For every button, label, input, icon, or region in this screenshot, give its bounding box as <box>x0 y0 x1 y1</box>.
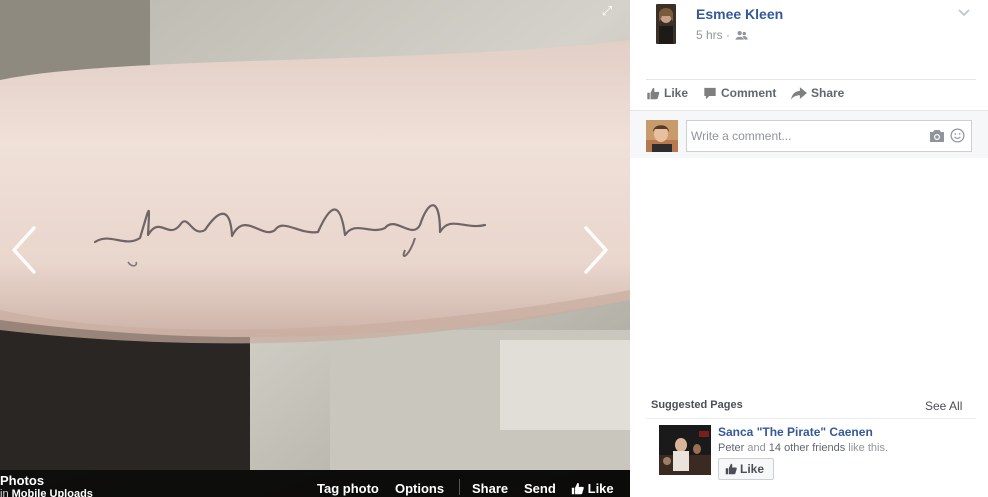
photo-image <box>0 0 630 470</box>
tag-photo-button[interactable]: Tag photo <box>317 481 379 496</box>
friends-icon[interactable] <box>735 30 748 40</box>
post-divider <box>646 79 976 80</box>
thumbs-up-icon <box>647 87 660 100</box>
thumbs-up-icon <box>725 463 737 475</box>
suggested-page-like-button[interactable]: Like <box>718 458 774 480</box>
album-link[interactable]: Mobile Uploads <box>12 488 93 497</box>
friends-count-link[interactable]: 14 other friends <box>769 442 845 454</box>
share-icon <box>791 87 807 100</box>
suggested-pages-header: Suggested Pages <box>651 399 743 411</box>
friends-middle-text: and <box>747 442 766 454</box>
author-avatar[interactable] <box>656 4 676 44</box>
post-time[interactable]: 5 hrs · <box>696 28 730 42</box>
chevron-left-icon <box>12 226 36 274</box>
photo-footer: Photos in Mobile Uploads Tag photo Optio… <box>0 470 630 497</box>
expand-icon[interactable]: ⤢ <box>598 2 616 20</box>
share-button[interactable]: Share <box>472 481 508 496</box>
suggested-divider <box>646 418 976 419</box>
friends-suffix-text: like this. <box>848 442 889 454</box>
previous-photo-arrow[interactable] <box>4 222 44 278</box>
options-button[interactable]: Options <box>395 481 444 496</box>
share-action[interactable]: Share <box>791 86 844 100</box>
see-all-link[interactable]: See All <box>925 399 962 413</box>
suggested-page-thumbnail[interactable] <box>659 425 711 475</box>
comment-icon <box>704 87 716 100</box>
author-name[interactable]: Esmee Kleen <box>696 6 783 22</box>
like-button[interactable]: Like <box>571 481 614 496</box>
thumbs-up-icon <box>571 482 584 495</box>
like-label: Like <box>587 481 614 496</box>
photo-stage: ⤢ Photos in Mobile Uploads Tag photo Opt… <box>0 0 630 497</box>
post-panel: Esmee Kleen 5 hrs · Like Comment Share W… <box>630 0 988 497</box>
album-prefix: in <box>0 488 9 497</box>
friend-name-link[interactable]: Peter <box>718 442 744 454</box>
send-button[interactable]: Send <box>524 481 556 496</box>
like-action-label: Like <box>664 86 689 100</box>
camera-icon[interactable] <box>929 129 945 143</box>
suggested-page-friends: Peter and 14 other friends like this. <box>718 442 888 454</box>
comment-input[interactable] <box>687 121 917 151</box>
page-like-label: Like <box>740 462 765 476</box>
suggested-page-image <box>659 425 711 475</box>
comment-action[interactable]: Comment <box>703 86 776 100</box>
comment-box <box>686 120 972 152</box>
comment-composer <box>630 110 988 158</box>
emoji-icon[interactable] <box>950 128 965 143</box>
current-user-avatar-image <box>646 120 678 152</box>
comment-action-label: Comment <box>721 86 777 100</box>
chevron-down-icon[interactable] <box>956 6 972 20</box>
author-avatar-image <box>656 4 676 44</box>
like-action[interactable]: Like <box>646 86 688 100</box>
footer-divider <box>459 479 460 495</box>
current-user-avatar <box>646 120 678 152</box>
post-meta: 5 hrs · <box>696 28 748 42</box>
album-subtitle: in Mobile Uploads <box>0 488 93 497</box>
next-photo-arrow[interactable] <box>576 222 616 278</box>
chevron-right-icon <box>584 226 608 274</box>
suggested-page-name[interactable]: Sanca "The Pirate" Caenen <box>718 425 873 439</box>
album-title[interactable]: Photos <box>0 473 44 488</box>
share-action-label: Share <box>811 86 845 100</box>
